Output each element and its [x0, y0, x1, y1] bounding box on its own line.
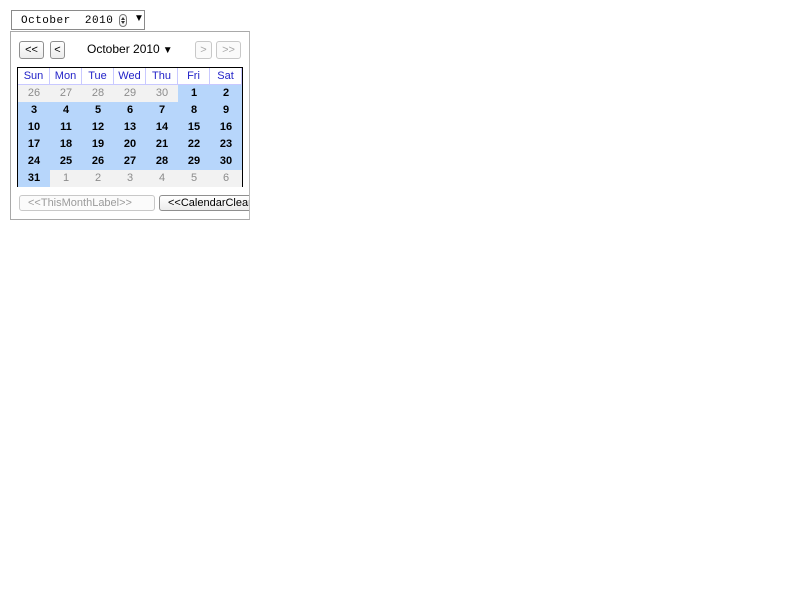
spinner-icon[interactable] — [119, 14, 127, 27]
day-cell[interactable]: 26 — [82, 153, 114, 170]
this-month-button[interactable]: <<ThisMonthLabel>> — [19, 195, 155, 211]
day-cell[interactable]: 15 — [178, 119, 210, 136]
day-cell[interactable]: 3 — [18, 102, 50, 119]
day-cell[interactable]: 12 — [82, 119, 114, 136]
day-cell[interactable]: 6 — [114, 102, 146, 119]
day-cell-other-month[interactable]: 30 — [146, 85, 178, 102]
day-cell[interactable]: 5 — [82, 102, 114, 119]
day-cell-other-month[interactable]: 5 — [178, 170, 210, 187]
day-cell[interactable]: 30 — [210, 153, 242, 170]
day-cell-other-month[interactable]: 26 — [18, 85, 50, 102]
month-year-value: October 2010 — [21, 15, 114, 27]
day-cell[interactable]: 20 — [114, 136, 146, 153]
day-cell[interactable]: 21 — [146, 136, 178, 153]
day-cell[interactable]: 8 — [178, 102, 210, 119]
triangle-down-icon[interactable]: ▼ — [134, 13, 144, 24]
day-cell[interactable]: 28 — [146, 153, 178, 170]
day-cell[interactable]: 18 — [50, 136, 82, 153]
day-cell[interactable]: 27 — [114, 153, 146, 170]
day-cell[interactable]: 16 — [210, 119, 242, 136]
day-cell-other-month[interactable]: 6 — [210, 170, 242, 187]
weekday-header: Mon — [50, 68, 82, 85]
day-cell[interactable]: 1 — [178, 85, 210, 102]
next-month-button[interactable]: > — [195, 41, 212, 59]
day-cell[interactable]: 10 — [18, 119, 50, 136]
day-cell-other-month[interactable]: 29 — [114, 85, 146, 102]
calendar-popup: << < October 2010 ▼ > >> Sun Mon Tue Wed Thu F… — [10, 31, 250, 220]
day-cell[interactable]: 2 — [210, 85, 242, 102]
calendar-title: October 2010 — [87, 42, 160, 56]
day-cell[interactable]: 17 — [18, 136, 50, 153]
weekday-header: Fri — [178, 68, 210, 85]
weekday-header: Wed — [114, 68, 146, 85]
day-cell[interactable]: 19 — [82, 136, 114, 153]
day-cell[interactable]: 4 — [50, 102, 82, 119]
day-cell[interactable]: 29 — [178, 153, 210, 170]
day-cell[interactable]: 7 — [146, 102, 178, 119]
day-cell[interactable]: 9 — [210, 102, 242, 119]
day-cell-other-month[interactable]: 27 — [50, 85, 82, 102]
calendar-clear-button[interactable]: <<CalendarClearLabel>> — [159, 195, 249, 211]
day-cell-other-month[interactable]: 3 — [114, 170, 146, 187]
day-cell[interactable]: 22 — [178, 136, 210, 153]
prev-month-button[interactable]: < — [50, 41, 65, 59]
weekday-header: Sat — [210, 68, 242, 85]
day-cell[interactable]: 23 — [210, 136, 242, 153]
day-cell[interactable]: 25 — [50, 153, 82, 170]
prev-year-button[interactable]: << — [19, 41, 44, 59]
day-cell-other-month[interactable]: 4 — [146, 170, 178, 187]
day-cell[interactable]: 11 — [50, 119, 82, 136]
day-cell-other-month[interactable]: 1 — [50, 170, 82, 187]
triangle-down-icon: ▼ — [162, 45, 173, 56]
day-cell[interactable]: 14 — [146, 119, 178, 136]
month-selector[interactable]: October 2010 ▼ — [87, 42, 173, 56]
next-year-button[interactable]: >> — [216, 41, 241, 59]
calendar-grid: Sun Mon Tue Wed Thu Fri Sat 26 27 28 29 30 1 2 3 4 5 6 7 8 9… — [17, 67, 243, 187]
day-cell-other-month[interactable]: 2 — [82, 170, 114, 187]
weekday-header: Tue — [82, 68, 114, 85]
day-cell[interactable]: 31 — [18, 170, 50, 187]
day-cell-other-month[interactable]: 28 — [82, 85, 114, 102]
day-cell[interactable]: 13 — [114, 119, 146, 136]
weekday-header: Thu — [146, 68, 178, 85]
weekday-header: Sun — [18, 68, 50, 85]
day-cell[interactable]: 24 — [18, 153, 50, 170]
month-year-field[interactable]: October 2010 ▼ — [11, 10, 145, 30]
